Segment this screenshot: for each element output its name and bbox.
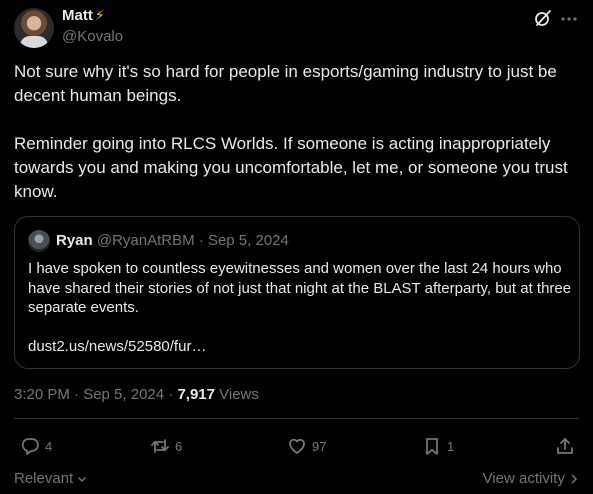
tweet-meta: 3:20 PM · Sep 5, 2024 · 7,917 Views [14, 386, 259, 403]
quoted-tweet-header: Ryan @RyanAtRBM · Sep 5, 2024 [56, 232, 289, 249]
views-label: Views [214, 386, 259, 403]
like-count: 97 [312, 438, 327, 454]
reply-button[interactable]: 4 [20, 432, 52, 460]
reply-count: 4 [45, 438, 53, 454]
sort-replies-dropdown[interactable]: Relevant [14, 470, 87, 487]
views-count: 7,917 [177, 386, 215, 403]
divider [14, 418, 579, 419]
view-activity-link[interactable]: View activity [483, 470, 579, 487]
tweet-body: Not sure why it's so hard for people in … [14, 60, 584, 204]
quoted-author-avatar [28, 230, 50, 252]
quoted-tweet-link[interactable]: dust2.us/news/52580/fur… [28, 338, 206, 355]
view-activity-label: View activity [482, 470, 565, 487]
bookmark-icon [426, 438, 438, 455]
quoted-author-name: Ryan [56, 232, 93, 249]
quoted-tweet-text: I have spoken to countless eyewitnesses … [28, 260, 572, 316]
like-button[interactable]: 97 [287, 432, 326, 460]
sort-label: Relevant [14, 470, 74, 487]
action-bar: 4 6 97 1 [14, 432, 579, 460]
grok-icon[interactable] [533, 8, 553, 28]
repost-icon [151, 439, 169, 453]
quoted-tweet[interactable]: Ryan @RyanAtRBM · Sep 5, 2024 I have spo… [14, 216, 580, 369]
tweet-timestamp[interactable]: 3:20 PM · Sep 5, 2024 · [14, 386, 177, 403]
bookmark-button[interactable]: 1 [422, 432, 454, 460]
chevron-down-icon [78, 477, 87, 483]
author-display-name[interactable]: Matt [62, 7, 93, 24]
bookmark-count: 1 [447, 438, 455, 454]
tweet-header: Matt ⚡ @Kovalo [14, 4, 579, 48]
lightning-badge-icon: ⚡ [94, 7, 105, 23]
chevron-right-icon [571, 474, 578, 484]
repost-count: 6 [175, 438, 183, 454]
replies-footer: Relevant View activity [14, 468, 579, 490]
author-avatar[interactable] [14, 8, 54, 48]
reply-icon [21, 438, 39, 455]
like-icon [289, 438, 305, 454]
author-name-row[interactable]: Matt ⚡ [62, 7, 105, 25]
repost-button[interactable]: 6 [150, 432, 182, 460]
author-handle[interactable]: @Kovalo [62, 28, 123, 45]
quoted-author-meta: @RyanAtRBM · Sep 5, 2024 [96, 232, 289, 249]
more-icon[interactable] [559, 8, 579, 28]
share-button[interactable] [555, 432, 575, 460]
tweet-paragraph: Reminder going into RLCS Worlds. If some… [14, 134, 568, 201]
share-icon [557, 438, 573, 454]
tweet-paragraph: Not sure why it's so hard for people in … [14, 62, 557, 105]
